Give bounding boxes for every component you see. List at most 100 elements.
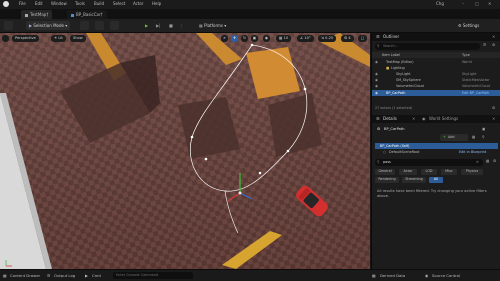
platforms-button[interactable]: ▦ Platforms ▾ (196, 21, 229, 30)
show-label: Show (73, 36, 83, 40)
gear-icon[interactable]: ⚙ (493, 159, 496, 163)
spline-point[interactable] (286, 149, 290, 153)
perspective-button[interactable]: Perspective (12, 35, 39, 42)
clear-search-icon[interactable]: ✕ (476, 160, 479, 164)
minimize-icon[interactable]: – (462, 1, 464, 6)
filter-general[interactable]: General (375, 169, 395, 175)
visibility-icon[interactable]: ◉ (375, 78, 378, 82)
output-log-button[interactable]: Output Log (54, 273, 75, 278)
menu-actor[interactable]: Actor (133, 1, 144, 6)
rotate-icon[interactable]: ↻ (241, 35, 248, 42)
console-icon: ▶ (85, 273, 88, 278)
filter-misc[interactable]: Misc (441, 169, 457, 175)
world-space-icon[interactable]: ◉ (263, 35, 270, 42)
rotation-snap-button[interactable]: ∠ 10° (297, 35, 314, 42)
filter-all[interactable]: All (429, 177, 443, 183)
menu-file[interactable]: File (19, 1, 26, 6)
view-options-icon[interactable]: ⚙ (492, 106, 495, 110)
spline-point[interactable] (258, 171, 262, 175)
outliner-search[interactable]: ⚲ Search... (375, 43, 480, 50)
blueprint-icon[interactable]: ▦ (472, 135, 475, 139)
add-component-button[interactable]: + Add (440, 134, 468, 141)
filter-streaming[interactable]: Streaming (402, 177, 426, 183)
cinematics-icon[interactable] (110, 21, 119, 30)
output-log-icon: ☰ (47, 273, 51, 278)
spline-point[interactable] (303, 87, 307, 91)
blueprint-icon[interactable] (95, 21, 104, 30)
gear-icon[interactable]: ⚙ (492, 43, 495, 47)
close-icon[interactable]: ✕ (492, 116, 495, 121)
world-settings-tab[interactable]: World Settings (429, 116, 458, 121)
column-item-label[interactable]: Item Label (382, 53, 400, 57)
skip-frame-icon[interactable]: ▶| (153, 21, 163, 30)
visibility-icon[interactable]: ◉ (375, 91, 378, 95)
add-content-icon[interactable] (80, 21, 89, 30)
search-icon[interactable]: ⚲ (482, 135, 485, 139)
visibility-icon[interactable]: ◉ (375, 84, 378, 88)
filter-icon[interactable]: ☰ (483, 43, 486, 47)
menu-tools[interactable]: Tools (75, 1, 85, 6)
editor-window: File Edit Window Tools Build Select Acto… (0, 0, 500, 281)
selection-mode-button[interactable]: ▶ Selection Mode ▾ (26, 21, 71, 30)
spline-point[interactable] (250, 43, 254, 47)
menu-help[interactable]: Help (152, 1, 161, 6)
scale-snap-button[interactable]: ⇲ 0.25 (318, 35, 337, 42)
component-root-label: DefaultSceneRoot (389, 149, 420, 154)
details-search-input[interactable]: pass (383, 160, 391, 164)
lit-icon: ☀ (54, 36, 58, 40)
outliner-row[interactable]: ◉ VolumetricCloud VolumetricCloud (372, 83, 500, 89)
save-icon[interactable] (4, 21, 13, 30)
component-root-row[interactable]: ○ DefaultSceneRoot Edit in Blueprint (375, 149, 498, 155)
maximize-viewport-icon[interactable]: □ (358, 35, 367, 42)
edit-blueprint-link[interactable]: Edit BP_CarPath (462, 91, 489, 95)
derived-data-button[interactable]: Derived Data (380, 273, 405, 278)
tab-testmap[interactable]: TestMap† (21, 10, 53, 19)
column-type[interactable]: Type (462, 53, 470, 57)
close-icon[interactable]: ✕ (488, 1, 491, 6)
visibility-icon[interactable]: ◉ (375, 72, 378, 76)
select-mode-icon[interactable]: ➤ (221, 35, 228, 42)
outliner-tab[interactable]: Outliner (383, 34, 399, 39)
edit-in-blueprint-link[interactable]: Edit in Blueprint (459, 150, 486, 154)
maximize-icon[interactable]: □ (475, 1, 479, 6)
settings-button[interactable]: ⚙ Settings (455, 21, 482, 30)
content-drawer-button[interactable]: Content Drawer (10, 273, 40, 278)
details-search[interactable]: ⚲ pass ✕ (375, 159, 483, 166)
filter-physics[interactable]: Physics (461, 169, 483, 175)
show-button[interactable]: Show (70, 35, 86, 42)
grid-snap-button[interactable]: ▦ 10 (276, 35, 292, 42)
filter-actor[interactable]: Actor (399, 169, 417, 175)
filter-rendering[interactable]: Rendering (375, 177, 399, 183)
outliner-row-selected[interactable]: ◉ BP_CarPath Edit BP_CarPath (372, 90, 500, 96)
grid-view-icon[interactable]: ▦ (486, 159, 489, 163)
menu-select[interactable]: Select (113, 1, 125, 6)
cmd-selector[interactable]: Cmd (92, 273, 101, 278)
level-viewport[interactable] (0, 33, 370, 269)
visibility-icon[interactable]: ◉ (375, 60, 378, 64)
lock-icon[interactable]: ▣ (482, 127, 485, 131)
platforms-icon: ▦ (199, 23, 203, 28)
tab-bp-basiccar[interactable]: BP_BasicCar† (67, 10, 107, 19)
scale-icon[interactable]: ▣ (251, 35, 258, 42)
source-control-button[interactable]: Source Control (432, 273, 460, 278)
menu-build[interactable]: Build (94, 1, 104, 6)
console-input[interactable]: Enter Console Command (113, 272, 193, 279)
viewport-menu-icon[interactable] (2, 35, 9, 42)
spline-point[interactable] (190, 135, 194, 139)
filter-lod[interactable]: LOD (421, 169, 437, 175)
menu-window[interactable]: Window (51, 1, 67, 6)
close-icon[interactable]: ✕ (492, 34, 495, 39)
camera-speed-button[interactable]: ⚙ 4 (341, 35, 354, 42)
engine-logo-icon[interactable] (3, 1, 9, 7)
stop-icon[interactable]: ■ (166, 21, 176, 30)
menu-edit[interactable]: Edit (35, 1, 43, 6)
more-options-icon[interactable]: ⋮ (176, 21, 186, 30)
translate-icon[interactable]: ✚ (231, 35, 238, 42)
outliner-search-input[interactable]: Search... (383, 44, 398, 48)
console-input-placeholder[interactable]: Enter Console Command (116, 273, 158, 277)
lit-button[interactable]: ☀ Lit (51, 35, 66, 42)
spline-point[interactable] (204, 157, 208, 161)
play-button[interactable]: ▶ (142, 21, 151, 30)
close-icon[interactable]: ✕ (412, 116, 415, 121)
details-tab[interactable]: Details (383, 116, 397, 121)
